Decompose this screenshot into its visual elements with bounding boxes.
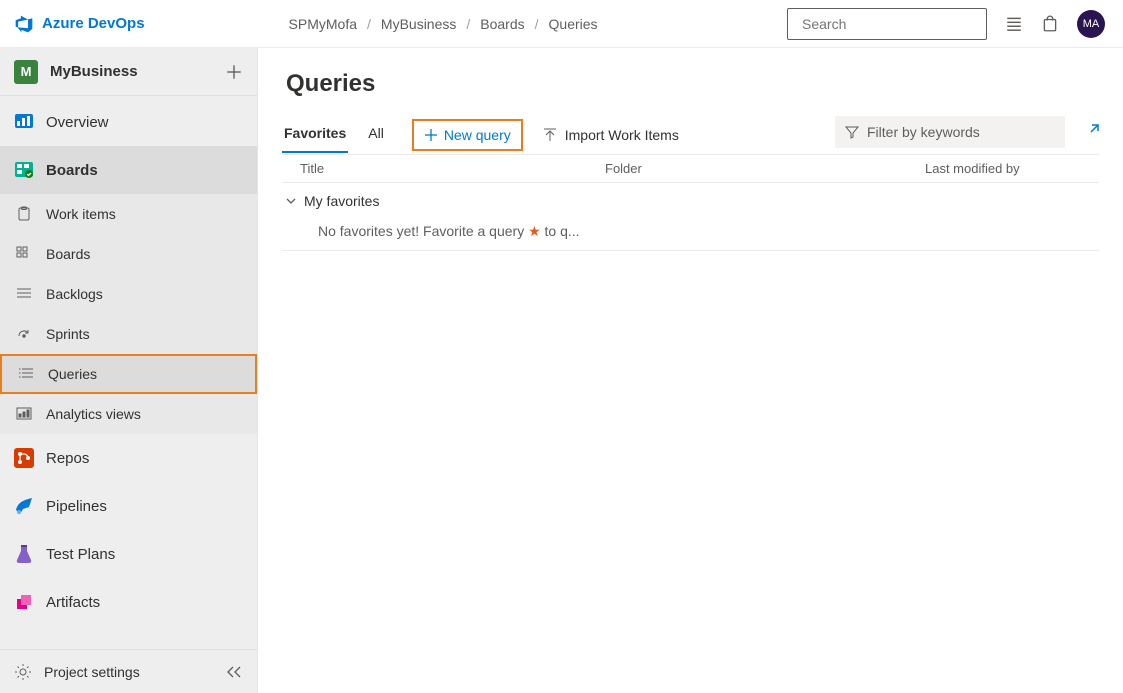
pipelines-icon xyxy=(14,496,34,516)
clipboard-icon xyxy=(14,204,34,224)
top-bar: Azure DevOps SPMyMofa / MyBusiness / Boa… xyxy=(0,0,1123,48)
brand-label: Azure DevOps xyxy=(42,15,145,32)
sidebar-item-label: Artifacts xyxy=(46,594,100,611)
kanban-icon xyxy=(14,244,34,264)
col-title[interactable]: Title xyxy=(300,161,605,176)
expand-icon xyxy=(1083,124,1099,140)
sidebar-item-repos[interactable]: Repos xyxy=(0,434,257,482)
breadcrumb-item[interactable]: Boards xyxy=(480,16,524,32)
column-headers: Title Folder Last modified by xyxy=(282,155,1099,183)
gear-icon xyxy=(14,663,32,681)
sidebar-item-label: Sprints xyxy=(46,326,90,342)
sidebar-item-boards-sub[interactable]: Boards xyxy=(0,234,257,274)
search-input[interactable] xyxy=(802,16,983,32)
breadcrumb-separator: / xyxy=(466,16,470,32)
topbar-right: MA xyxy=(787,8,1105,40)
filter-by-keywords[interactable]: Filter by keywords xyxy=(835,116,1065,148)
analytics-icon xyxy=(14,404,34,424)
col-last-modified[interactable]: Last modified by xyxy=(925,161,1093,176)
nav: Overview Boards Work items Boards xyxy=(0,96,257,626)
sidebar-item-analytics[interactable]: Analytics views xyxy=(0,394,257,434)
tab-favorites[interactable]: Favorites xyxy=(282,117,348,153)
sidebar-item-boards[interactable]: Boards xyxy=(0,146,257,194)
sidebar-item-label: Backlogs xyxy=(46,286,103,302)
group-my-favorites[interactable]: My favorites xyxy=(282,183,1099,217)
sidebar-item-queries[interactable]: Queries xyxy=(0,354,257,394)
brand[interactable]: Azure DevOps xyxy=(14,14,145,34)
main-content: Queries Favorites All New query Import W… xyxy=(258,48,1123,693)
sidebar-item-workitems[interactable]: Work items xyxy=(0,194,257,234)
sidebar-item-project-settings[interactable]: Project settings xyxy=(0,649,257,693)
queries-icon xyxy=(16,364,36,384)
page-title: Queries xyxy=(286,70,1099,98)
group-label: My favorites xyxy=(304,193,379,209)
body: M MyBusiness Overview Boards Work items xyxy=(0,48,1123,693)
project-selector[interactable]: M MyBusiness xyxy=(0,48,257,96)
sidebar-item-overview[interactable]: Overview xyxy=(0,98,257,146)
breadcrumb-separator: / xyxy=(535,16,539,32)
boards-icon xyxy=(14,160,34,180)
import-icon xyxy=(543,128,557,142)
plus-icon[interactable] xyxy=(225,63,243,81)
collapse-icon[interactable] xyxy=(225,665,243,679)
repos-icon xyxy=(14,448,34,468)
sidebar-item-label: Boards xyxy=(46,162,98,179)
sidebar-item-label: Overview xyxy=(46,114,109,131)
plus-icon xyxy=(424,128,438,142)
new-query-label: New query xyxy=(444,127,511,143)
sidebar-item-label: Analytics views xyxy=(46,406,141,422)
sidebar-item-label: Project settings xyxy=(44,664,140,680)
breadcrumb-separator: / xyxy=(367,16,371,32)
breadcrumb-item[interactable]: SPMyMofa xyxy=(289,16,357,32)
sidebar-item-label: Pipelines xyxy=(46,498,107,515)
sidebar-item-label: Boards xyxy=(46,246,90,262)
tab-all[interactable]: All xyxy=(366,117,386,153)
sidebar: M MyBusiness Overview Boards Work items xyxy=(0,48,258,693)
favorites-empty-message: No favorites yet! Favorite a query ★ to … xyxy=(282,217,1099,251)
breadcrumb-item[interactable]: MyBusiness xyxy=(381,16,456,32)
list-icon xyxy=(14,284,34,304)
artifacts-icon xyxy=(14,592,34,612)
sidebar-item-artifacts[interactable]: Artifacts xyxy=(0,578,257,626)
col-folder[interactable]: Folder xyxy=(605,161,925,176)
import-label: Import Work Items xyxy=(565,127,679,143)
sidebar-item-label: Queries xyxy=(48,366,97,382)
project-name: MyBusiness xyxy=(50,63,213,80)
filter-icon xyxy=(845,125,859,139)
sidebar-item-backlogs[interactable]: Backlogs xyxy=(0,274,257,314)
sidebar-item-sprints[interactable]: Sprints xyxy=(0,314,257,354)
fullscreen-button[interactable] xyxy=(1083,124,1099,140)
pivot-group: Favorites All xyxy=(282,117,386,153)
sprint-icon xyxy=(14,324,34,344)
shopping-bag-icon[interactable] xyxy=(1041,15,1059,33)
app-root: Azure DevOps SPMyMofa / MyBusiness / Boa… xyxy=(0,0,1123,693)
filter-placeholder: Filter by keywords xyxy=(867,124,980,140)
toolbar: Favorites All New query Import Work Item… xyxy=(282,116,1099,155)
overview-icon xyxy=(14,112,34,132)
azure-devops-icon xyxy=(14,14,34,34)
sidebar-item-label: Test Plans xyxy=(46,546,115,563)
sidebar-item-label: Repos xyxy=(46,450,89,467)
sidebar-item-pipelines[interactable]: Pipelines xyxy=(0,482,257,530)
list-icon[interactable] xyxy=(1005,15,1023,33)
breadcrumb-item[interactable]: Queries xyxy=(549,16,598,32)
testplans-icon xyxy=(14,544,34,564)
chevron-down-icon xyxy=(284,195,298,207)
breadcrumb: SPMyMofa / MyBusiness / Boards / Queries xyxy=(289,16,598,32)
project-avatar: M xyxy=(14,60,38,84)
sidebar-item-label: Work items xyxy=(46,206,116,222)
import-work-items-button[interactable]: Import Work Items xyxy=(537,121,685,149)
star-icon: ★ xyxy=(528,223,541,239)
search-box[interactable] xyxy=(787,8,987,40)
new-query-button[interactable]: New query xyxy=(412,119,523,151)
avatar-initials: MA xyxy=(1083,18,1100,30)
boards-subnav: Work items Boards Backlogs Sprints xyxy=(0,194,257,434)
user-avatar[interactable]: MA xyxy=(1077,10,1105,38)
sidebar-item-testplans[interactable]: Test Plans xyxy=(0,530,257,578)
